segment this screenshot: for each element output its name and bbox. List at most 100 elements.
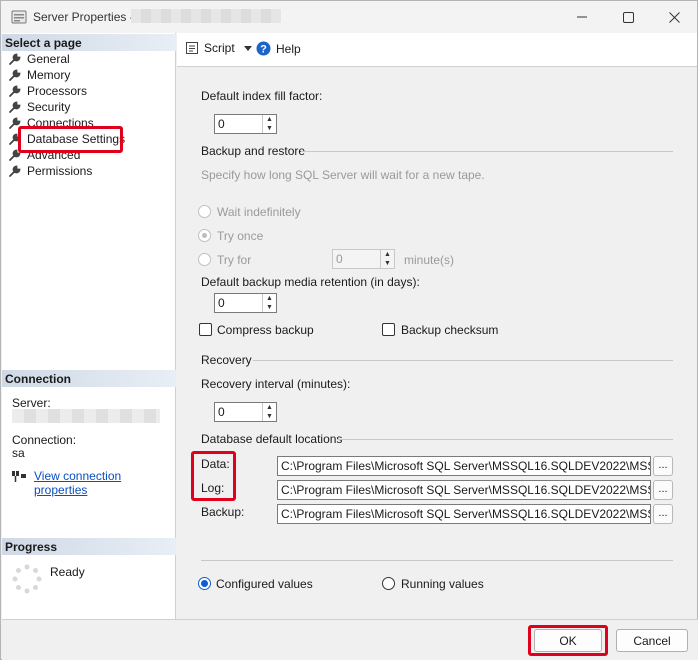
group-divider	[253, 360, 673, 361]
fill-factor-label: Default index fill factor:	[201, 89, 323, 103]
connection-properties-icon	[12, 471, 26, 482]
script-icon	[186, 42, 198, 54]
data-log-highlight	[191, 451, 236, 501]
spin-down-icon[interactable]: ▼	[263, 124, 276, 133]
footer-divider	[201, 560, 673, 561]
wrench-icon	[9, 101, 21, 113]
backup-checksum-checkbox[interactable]	[382, 323, 395, 336]
chevron-down-icon	[243, 45, 252, 51]
page-label: Permissions	[27, 164, 93, 178]
try-for-label: Try for	[217, 253, 252, 267]
backup-checksum-label: Backup checksum	[401, 323, 499, 337]
data-path-field[interactable]: C:\Program Files\Microsoft SQL Server\MS…	[277, 456, 651, 476]
view-connection-properties-link[interactable]: View connection properties	[34, 469, 175, 497]
maximize-button[interactable]	[605, 1, 651, 33]
page-item-processors[interactable]: Processors	[8, 83, 87, 99]
title-bar: Server Properties -	[1, 1, 697, 33]
try-for-value: 0	[336, 252, 343, 266]
select-page-header: Select a page	[2, 34, 176, 51]
window-title: Server Properties -	[33, 10, 134, 24]
cancel-button[interactable]: Cancel	[616, 629, 688, 652]
recovery-interval-label: Recovery interval (minutes):	[201, 377, 351, 391]
retention-spinner[interactable]: 0 ▲ ▼	[214, 293, 277, 313]
compress-backup-checkbox[interactable]	[199, 323, 212, 336]
close-button[interactable]	[651, 1, 697, 33]
wrench-icon	[9, 85, 21, 97]
svg-text:?: ?	[260, 44, 267, 56]
wrench-icon	[9, 165, 21, 177]
try-once-label: Try once	[217, 229, 264, 243]
ok-highlight	[528, 625, 608, 656]
database-settings-highlight	[18, 126, 123, 153]
help-label: Help	[276, 41, 301, 56]
backup-location-label: Backup:	[201, 505, 245, 519]
backup-browse-button[interactable]: ...	[653, 504, 673, 524]
configured-values-label: Configured values	[216, 577, 313, 591]
spin-down-icon[interactable]: ▼	[381, 259, 394, 268]
page-label: Security	[27, 100, 71, 114]
running-values-label: Running values	[401, 577, 484, 591]
page-label: General	[27, 52, 70, 66]
page-item-security[interactable]: Security	[8, 99, 70, 115]
redacted-server-value	[12, 409, 160, 423]
spin-up-icon[interactable]: ▲	[381, 250, 394, 259]
redacted-server-name	[131, 9, 281, 23]
minutes-label: minute(s)	[404, 253, 455, 267]
server-properties-icon	[11, 10, 27, 24]
progress-status: Ready	[50, 565, 85, 579]
compress-backup-label: Compress backup	[217, 323, 314, 337]
settings-panel: Script ? Help Default index fill factor:…	[177, 33, 697, 619]
group-divider	[301, 151, 673, 152]
server-label: Server:	[12, 396, 51, 410]
spin-up-icon[interactable]: ▲	[263, 115, 276, 124]
try-once-radio[interactable]	[198, 229, 211, 242]
left-panel: Select a page General Memory Processors …	[2, 33, 176, 619]
toolbar: Script ? Help	[177, 33, 697, 67]
spin-down-icon[interactable]: ▼	[263, 303, 276, 312]
backup-restore-group-label: Backup and restore	[201, 144, 306, 158]
close-icon	[668, 11, 680, 23]
backup-hint-text: Specify how long SQL Server will wait fo…	[201, 168, 485, 182]
maximize-icon	[622, 11, 634, 23]
wait-indefinitely-radio[interactable]	[198, 205, 211, 218]
spin-up-icon[interactable]: ▲	[263, 294, 276, 303]
help-button[interactable]: ? Help	[256, 41, 301, 56]
page-item-permissions[interactable]: Permissions	[8, 163, 92, 179]
progress-header: Progress	[2, 538, 176, 555]
page-item-memory[interactable]: Memory	[8, 67, 70, 83]
spin-up-icon[interactable]: ▲	[263, 403, 276, 412]
fill-factor-spinner[interactable]: 0 ▲ ▼	[214, 114, 277, 134]
locations-group-label: Database default locations	[201, 432, 343, 446]
try-for-spinner[interactable]: 0 ▲ ▼	[332, 249, 395, 269]
wait-indefinitely-label: Wait indefinitely	[217, 205, 301, 219]
connection-value: sa	[12, 446, 25, 460]
script-button[interactable]: Script	[185, 41, 252, 55]
recovery-group-label: Recovery	[201, 353, 252, 367]
recovery-interval-spinner[interactable]: 0 ▲ ▼	[214, 402, 277, 422]
wrench-icon	[9, 69, 21, 81]
progress-spinner-icon	[12, 564, 42, 594]
running-values-radio[interactable]	[382, 577, 395, 590]
retention-value: 0	[218, 296, 225, 310]
log-browse-button[interactable]: ...	[653, 480, 673, 500]
page-item-general[interactable]: General	[8, 51, 70, 67]
wrench-icon	[9, 53, 21, 65]
connection-label: Connection:	[12, 433, 77, 447]
fill-factor-value: 0	[218, 117, 225, 131]
recovery-interval-value: 0	[218, 405, 225, 419]
server-properties-dialog: Server Properties - Select a page Genera…	[0, 0, 698, 660]
page-label: Memory	[27, 68, 71, 82]
data-browse-button[interactable]: ...	[653, 456, 673, 476]
spin-down-icon[interactable]: ▼	[263, 412, 276, 421]
script-label: Script	[204, 41, 235, 55]
help-icon: ?	[256, 41, 271, 56]
try-for-radio[interactable]	[198, 253, 211, 266]
log-path-field[interactable]: C:\Program Files\Microsoft SQL Server\MS…	[277, 480, 651, 500]
configured-values-radio[interactable]	[198, 577, 211, 590]
backup-path-field[interactable]: C:\Program Files\Microsoft SQL Server\MS…	[277, 504, 651, 524]
minimize-icon	[577, 16, 587, 18]
connection-header: Connection	[2, 370, 176, 387]
retention-label: Default backup media retention (in days)…	[201, 275, 420, 289]
minimize-button[interactable]	[559, 1, 605, 33]
dialog-footer: OK Cancel	[2, 619, 698, 660]
